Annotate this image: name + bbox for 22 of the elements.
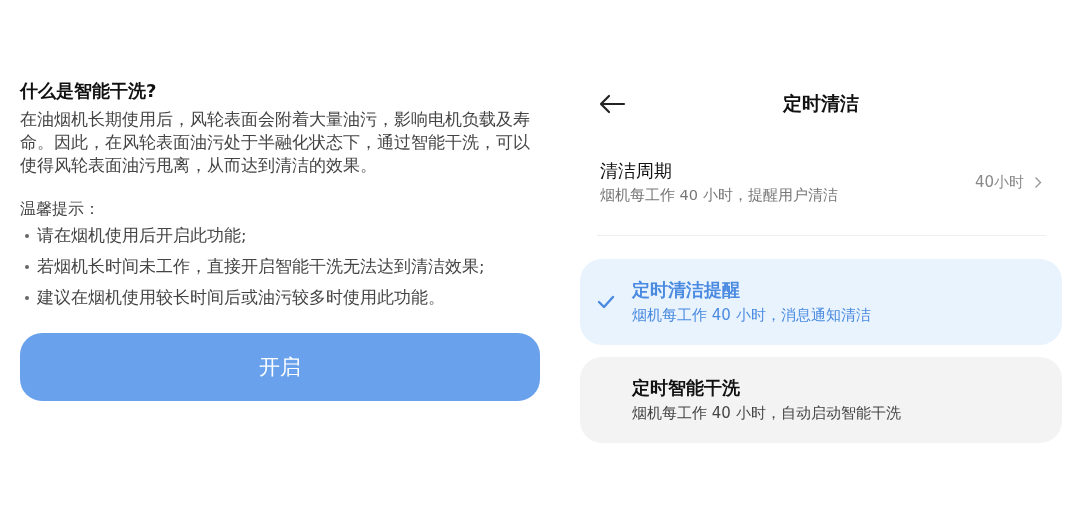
setting-description: 烟机每工作 40 小时，提醒用户清洁 [600,186,839,205]
cycle-setting-row[interactable]: 清洁周期 烟机每工作 40 小时，提醒用户清洁 40小时 [580,158,1062,206]
setting-value: 40小时 [974,172,1024,192]
option-label: 定时智能干洗 [632,377,741,400]
bullet-icon [25,264,29,269]
screen-title: 定时清洁 [783,91,859,116]
tip-text: 请在烟机使用后开启此功能; [37,225,247,247]
tips-label: 温馨提示： [20,198,101,220]
checkmark-icon [597,295,615,309]
back-button[interactable] [598,94,626,114]
tip-text: 若烟机长时间未工作，直接开启智能干洗无法达到清洁效果; [37,256,485,278]
option-label: 定时清洁提醒 [632,279,741,302]
option-description: 烟机每工作 40 小时，自动启动智能干洗 [632,403,901,424]
setting-label: 清洁周期 [600,159,673,183]
bullet-icon [25,233,29,238]
option-description: 烟机每工作 40 小时，消息通知清洁 [632,305,871,326]
option-card[interactable]: 定时智能干洗 烟机每工作 40 小时，自动启动智能干洗 [580,357,1062,443]
chevron-right-icon [1034,175,1042,189]
tip-text: 建议在烟机使用较长时间后或油污较多时使用此功能。 [37,287,445,309]
section-title: 什么是智能干洗? [20,79,158,103]
bullet-icon [25,295,29,300]
description-text: 在油烟机长期使用后，风轮表面会附着大量油污，影响电机负载及寿命。因此，在风轮表面油污处于半融化状态下，通过智能干洗，可以使得风轮表面油污甩离，从而达到清洁的效果。 [20,109,531,177]
